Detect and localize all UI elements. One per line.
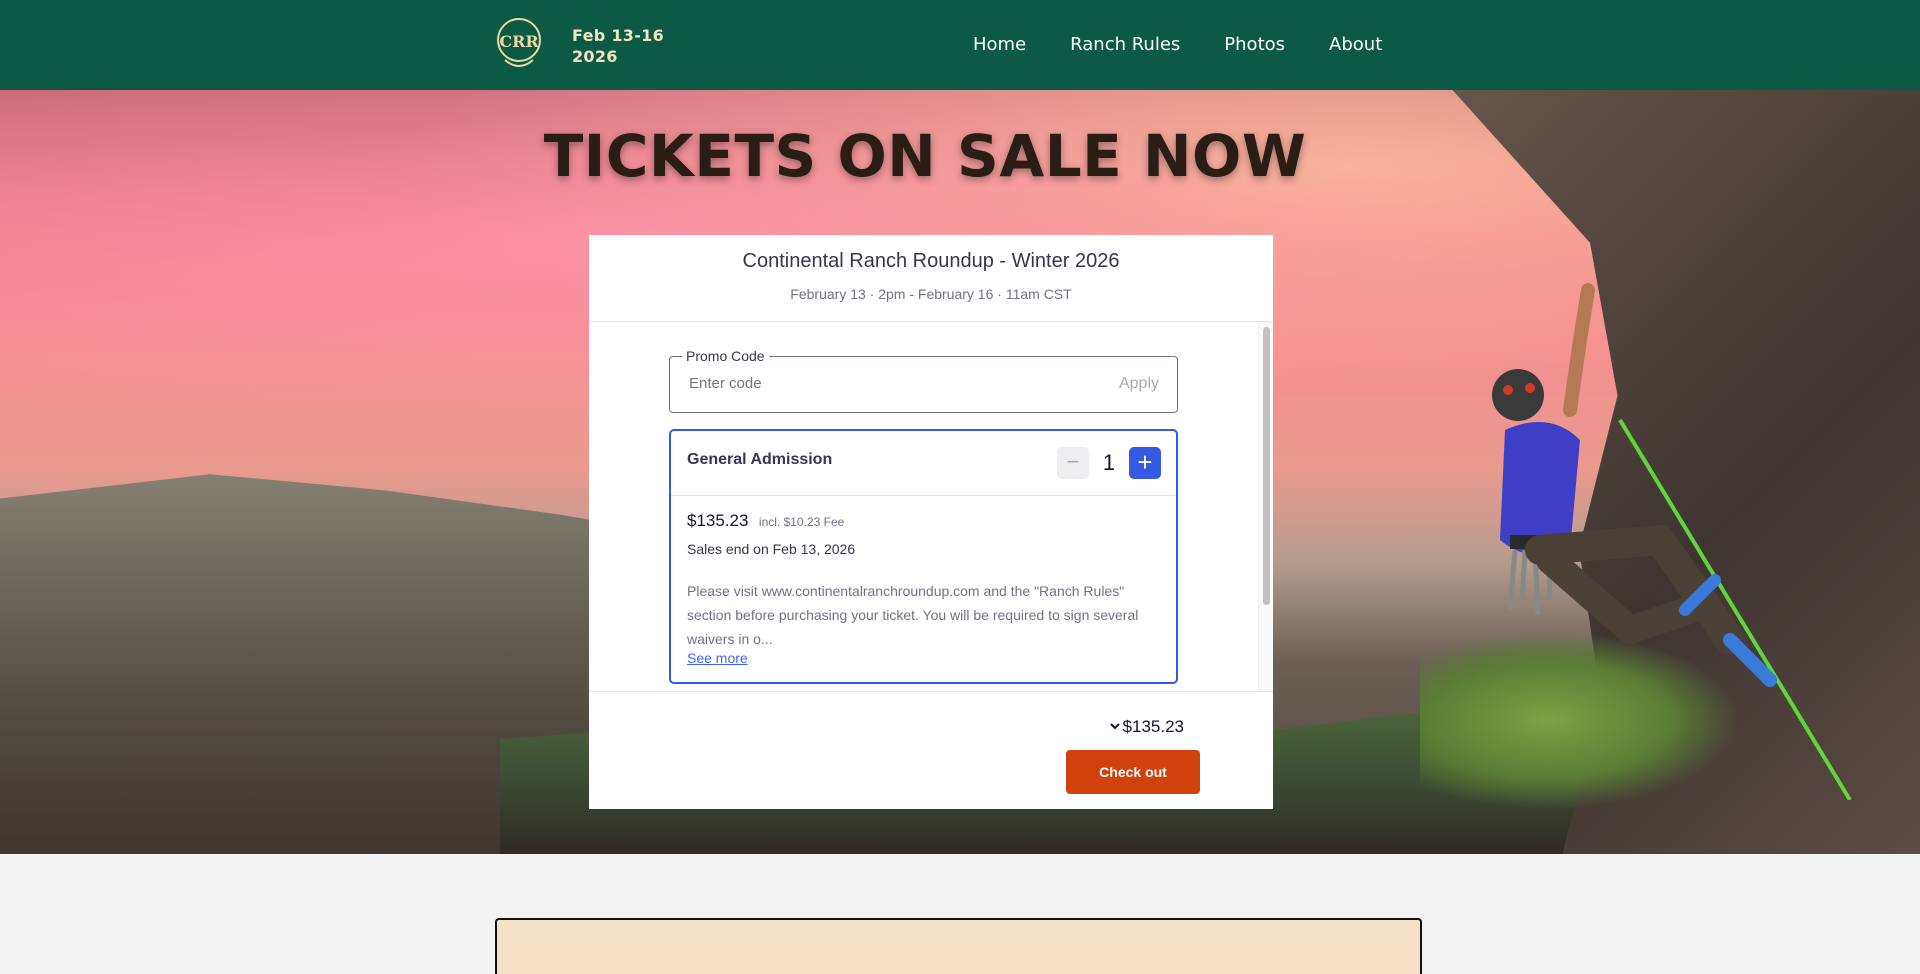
- logo-text: CRR: [499, 32, 539, 51]
- order-total[interactable]: $135.23: [1109, 717, 1184, 737]
- ticket-name: General Admission: [687, 451, 833, 468]
- quantity-value: 1: [1102, 450, 1116, 475]
- see-more-link[interactable]: See more: [687, 650, 748, 666]
- promo-apply-button[interactable]: Apply: [1119, 375, 1159, 393]
- ticket-price: $135.23: [687, 511, 749, 530]
- widget-scrollbar[interactable]: [1258, 323, 1273, 693]
- scrollbar-thumb[interactable]: [1263, 327, 1270, 605]
- ticket-price-row: $135.23 incl. $10.23 Fee: [687, 511, 844, 531]
- event-title: Continental Ranch Roundup - Winter 2026: [742, 250, 1120, 272]
- ticket-description: Please visit www.continentalranchroundup…: [687, 583, 1139, 647]
- nav-about[interactable]: About: [1329, 34, 1382, 55]
- widget-body: Promo Code Apply General Admission − 1 +…: [589, 323, 1273, 693]
- promo-code-input[interactable]: [689, 375, 1069, 392]
- main-nav: Home Ranch Rules Photos About: [973, 34, 1382, 55]
- checkout-button[interactable]: Check out: [1066, 750, 1200, 794]
- ticket-card-general-admission: General Admission − 1 + $135.23 incl. $1…: [669, 429, 1178, 684]
- quantity-stepper: − 1 +: [1057, 447, 1161, 479]
- crr-logo[interactable]: CRR: [495, 16, 543, 70]
- site-header: CRR Feb 13-16 2026 Home Ranch Rules Phot…: [0, 0, 1920, 90]
- nav-photos[interactable]: Photos: [1224, 34, 1285, 55]
- event-date-range: February 13 · 2pm - February 16 · 11am C…: [790, 286, 1072, 302]
- decrease-quantity-button[interactable]: −: [1057, 447, 1089, 479]
- order-total-value: $135.23: [1122, 717, 1184, 736]
- chevron-down-icon: [1109, 723, 1120, 730]
- ticket-fee: incl. $10.23 Fee: [758, 515, 845, 529]
- widget-header: Continental Ranch Roundup - Winter 2026 …: [589, 235, 1273, 322]
- nav-home[interactable]: Home: [973, 34, 1026, 55]
- dates-line1: Feb 13-16: [572, 26, 665, 45]
- increase-quantity-button[interactable]: +: [1129, 447, 1161, 479]
- dates-line2: 2026: [572, 47, 618, 66]
- hero-title: TICKETS ON SALE NOW: [543, 122, 1307, 190]
- climber-image: [1492, 283, 1852, 800]
- event-dates-badge: Feb 13-16 2026: [572, 25, 664, 67]
- ticket-widget: Continental Ranch Roundup - Winter 2026 …: [589, 235, 1273, 809]
- promo-code-field: Promo Code Apply: [669, 348, 1178, 413]
- sales-end-text: Sales end on Feb 13, 2026: [687, 541, 856, 557]
- promo-code-label: Promo Code: [682, 348, 769, 364]
- ticket-card-header: General Admission − 1 +: [671, 431, 1176, 496]
- nav-ranch-rules[interactable]: Ranch Rules: [1070, 34, 1180, 55]
- info-panel: [495, 918, 1422, 974]
- widget-footer: $135.23 Check out: [589, 691, 1273, 809]
